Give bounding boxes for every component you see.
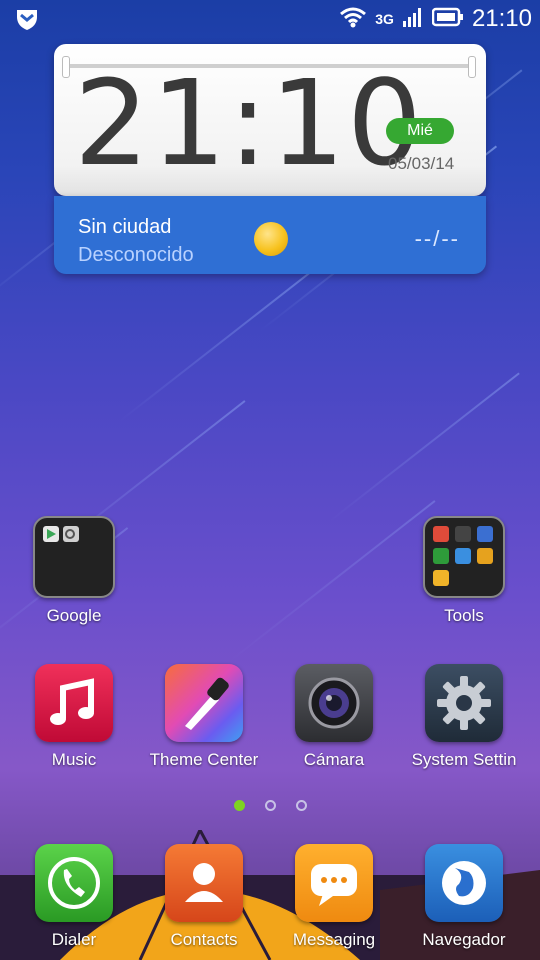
app-system-settings[interactable]: System Settin xyxy=(399,664,529,770)
status-time: 21:10 xyxy=(471,5,532,32)
folder-icon xyxy=(423,516,505,598)
app-label: Cámara xyxy=(303,750,365,769)
signal-icon xyxy=(402,6,424,32)
recorder-mini-icon xyxy=(477,526,493,542)
theme-icon xyxy=(165,664,243,742)
shield-icon xyxy=(14,6,40,32)
sun-icon xyxy=(254,222,288,256)
weather-city: Sin ciudad xyxy=(78,216,172,238)
clock-mini-icon xyxy=(455,526,471,542)
dock-dialer[interactable]: Dialer xyxy=(9,844,139,950)
messaging-icon xyxy=(295,844,373,922)
page-dot[interactable] xyxy=(295,800,307,811)
app-music[interactable]: Music xyxy=(9,664,139,770)
lock-mini-icon xyxy=(455,548,471,564)
folder-google[interactable]: Google xyxy=(9,516,139,626)
weather-temperature: --/-- xyxy=(414,226,460,251)
phone-icon xyxy=(35,844,113,922)
app-label: Theme Center xyxy=(149,750,259,769)
status-bar[interactable]: 3G 21:10 xyxy=(0,0,540,38)
music-icon xyxy=(35,664,113,742)
app-label: Music xyxy=(51,750,97,769)
folder-tools[interactable]: Tools xyxy=(399,516,529,626)
app-label: Messaging xyxy=(292,930,376,949)
app-camera[interactable]: Cámara xyxy=(269,664,399,770)
battery-icon xyxy=(431,7,464,31)
app-label: Contacts xyxy=(170,930,238,949)
files-mini-icon xyxy=(433,570,449,586)
folder-label: Google xyxy=(46,606,102,625)
dock-contacts[interactable]: Contacts xyxy=(139,844,269,950)
weather-widget[interactable]: Sin ciudad Desconocido --/-- xyxy=(54,196,486,274)
clock-date: 05/03/14 xyxy=(388,154,455,173)
signal-mini-icon xyxy=(433,548,449,564)
page-dot[interactable] xyxy=(264,800,276,811)
clock-time: 21:10 xyxy=(74,54,425,192)
calculator-mini-icon xyxy=(433,526,449,542)
camera-icon xyxy=(295,664,373,742)
app-label: Navegador xyxy=(422,930,506,949)
rail-cap-left xyxy=(62,56,70,78)
network-type: 3G xyxy=(375,11,394,27)
day-badge: Mié xyxy=(386,118,454,144)
folder-icon xyxy=(33,516,115,598)
sim-mini-icon xyxy=(477,548,493,564)
google-plus-mini-icon xyxy=(63,526,79,542)
folder-label: Tools xyxy=(444,606,484,625)
contacts-icon xyxy=(165,844,243,922)
app-label: System Settin xyxy=(411,750,517,769)
globe-icon xyxy=(425,844,503,922)
page-indicator xyxy=(0,800,540,811)
play-store-mini-icon xyxy=(43,526,59,542)
app-theme-center[interactable]: Theme Center xyxy=(139,664,269,770)
page-dot-active[interactable] xyxy=(233,800,245,811)
dock-browser[interactable]: Navegador xyxy=(399,844,529,950)
dock-messaging[interactable]: Messaging xyxy=(269,844,399,950)
wifi-icon xyxy=(339,6,367,32)
clock-widget[interactable]: 21:10 Mié 05/03/14 xyxy=(54,44,486,196)
gear-icon xyxy=(425,664,503,742)
weather-status: Desconocido xyxy=(78,244,194,266)
rail-cap-right xyxy=(468,56,476,78)
app-label: Dialer xyxy=(51,930,97,949)
